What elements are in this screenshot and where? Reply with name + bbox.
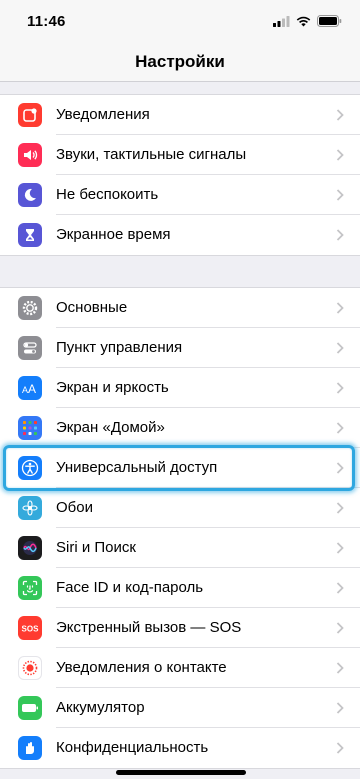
sos-icon: SOS (18, 616, 42, 640)
privacy-icon (18, 736, 42, 760)
settings-item-general[interactable]: Основные (0, 288, 360, 328)
settings-item-home-screen[interactable]: Экран «Домой» (0, 408, 360, 448)
settings-item-siri-search[interactable]: Siri и Поиск (0, 528, 360, 568)
chevron-right-icon (336, 109, 344, 121)
settings-group-2: Основные Пункт управления AA Экран и ярк… (0, 287, 360, 769)
settings-item-notifications[interactable]: Уведомления (0, 95, 360, 135)
settings-item-label: Аккумулятор (56, 699, 145, 716)
chevron-right-icon (336, 189, 344, 201)
chevron-right-icon (336, 462, 344, 474)
settings-item-label: Экран «Домой» (56, 419, 165, 436)
navigation-bar: Настройки (0, 44, 360, 82)
settings-item-label: Экранное время (56, 226, 171, 243)
status-time: 11:46 (27, 13, 66, 30)
settings-item-screen-time[interactable]: Экранное время (0, 215, 360, 255)
settings-item-label: Siri и Поиск (56, 539, 136, 556)
notifications-icon (18, 103, 42, 127)
siri-icon (18, 536, 42, 560)
chevron-right-icon (336, 662, 344, 674)
settings-item-sounds[interactable]: Звуки, тактильные сигналы (0, 135, 360, 175)
sounds-icon (18, 143, 42, 167)
wallpaper-icon (18, 496, 42, 520)
exposure-notifications-icon (18, 656, 42, 680)
chevron-right-icon (336, 582, 344, 594)
battery-icon (18, 696, 42, 720)
settings-item-label: Уведомления (56, 106, 150, 123)
settings-item-battery[interactable]: Аккумулятор (0, 688, 360, 728)
accessibility-icon (18, 456, 42, 480)
settings-item-wallpaper[interactable]: Обои (0, 488, 360, 528)
settings-item-emergency-sos[interactable]: SOS Экстренный вызов — SOS (0, 608, 360, 648)
settings-item-exposure-notifications[interactable]: Уведомления о контакте (0, 648, 360, 688)
chevron-right-icon (336, 382, 344, 394)
control-center-icon (18, 336, 42, 360)
svg-text:A: A (28, 382, 36, 395)
settings-item-label: Конфиденциальность (56, 739, 209, 756)
gear-icon (18, 296, 42, 320)
chevron-right-icon (336, 622, 344, 634)
screen-time-icon (18, 223, 42, 247)
do-not-disturb-icon (18, 183, 42, 207)
settings-item-label: Не беспокоить (56, 186, 159, 203)
chevron-right-icon (336, 342, 344, 354)
chevron-right-icon (336, 229, 344, 241)
chevron-right-icon (336, 542, 344, 554)
settings-item-face-id[interactable]: Face ID и код-пароль (0, 568, 360, 608)
settings-item-label: Пункт управления (56, 339, 183, 356)
display-brightness-icon: AA (18, 376, 42, 400)
signal-icon (273, 15, 290, 27)
settings-item-accessibility[interactable]: Универсальный доступ (0, 448, 360, 488)
settings-item-label: Экстренный вызов — SOS (56, 619, 242, 636)
settings-item-privacy[interactable]: Конфиденциальность (0, 728, 360, 768)
wifi-icon (296, 16, 311, 26)
settings-item-display-brightness[interactable]: AA Экран и яркость (0, 368, 360, 408)
settings-item-label: Основные (56, 299, 128, 316)
chevron-right-icon (336, 702, 344, 714)
chevron-right-icon (336, 149, 344, 161)
settings-item-label: Обои (56, 499, 93, 516)
settings-item-label: Уведомления о контакте (56, 659, 227, 676)
chevron-right-icon (336, 742, 344, 754)
status-icons (273, 15, 342, 27)
home-indicator (116, 770, 246, 775)
settings-item-control-center[interactable]: Пункт управления (0, 328, 360, 368)
status-bar: 11:46 (0, 0, 360, 44)
svg-text:SOS: SOS (22, 625, 40, 634)
settings-item-do-not-disturb[interactable]: Не беспокоить (0, 175, 360, 215)
battery-status-icon (317, 15, 342, 27)
chevron-right-icon (336, 302, 344, 314)
settings-group-1: Уведомления Звуки, тактильные сигналы Не… (0, 94, 360, 256)
face-id-icon (18, 576, 42, 600)
settings-item-label: Face ID и код-пароль (56, 579, 204, 596)
settings-item-label: Экран и яркость (56, 379, 169, 396)
page-title: Настройки (135, 52, 225, 71)
home-screen-icon (18, 416, 42, 440)
chevron-right-icon (336, 422, 344, 434)
settings-item-label: Универсальный доступ (56, 459, 218, 476)
chevron-right-icon (336, 502, 344, 514)
settings-item-label: Звуки, тактильные сигналы (56, 146, 247, 163)
